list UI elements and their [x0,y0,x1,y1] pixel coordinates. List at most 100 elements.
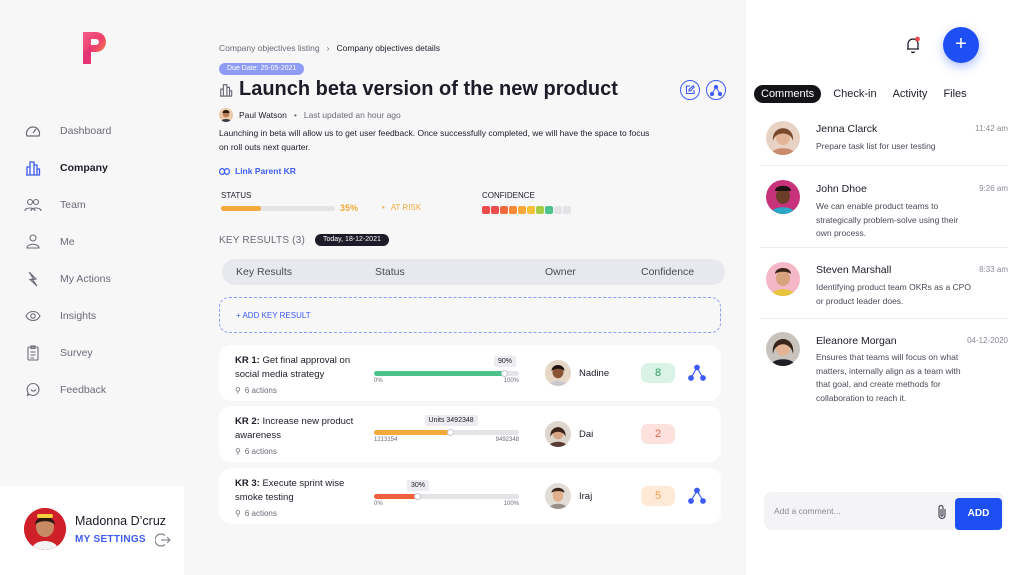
kr-progress-handle[interactable] [447,429,454,436]
breadcrumb: Company objectives listing › Company obj… [219,43,440,53]
column-confidence: Confidence [641,266,695,278]
building-icon [24,159,42,177]
last-updated: Last updated an hour ago [303,110,401,120]
kr-actions[interactable]: ⚲ 6 actions [235,509,277,518]
kr-owner-name: Nadine [579,367,610,379]
kr-actions-count: 6 actions [244,509,277,518]
align-button[interactable] [706,80,726,100]
p-logo-icon[interactable] [80,30,110,66]
breadcrumb-separator: › [326,43,330,53]
comment-composer: ADD [764,492,1004,530]
avatar[interactable] [219,108,233,122]
kr-actions[interactable]: ⚲ 6 actions [235,447,277,456]
kr-min: 0% [374,378,383,384]
tab-comments[interactable]: Comments [754,85,822,103]
comment-author: John Dhoe [816,183,867,195]
confidence-dot [491,206,499,214]
avatar[interactable] [545,483,571,509]
link-icon [219,167,230,175]
right-panel: + Comments Check-in Activity Files Jenna… [746,0,1024,575]
paperclip-icon[interactable] [936,504,948,520]
confidence-dot [527,206,535,214]
sidebar-item-dashboard[interactable]: Dashboard [24,112,174,149]
comment-input[interactable] [764,492,924,530]
add-fab-button[interactable]: + [943,27,979,63]
sidebar-item-company[interactable]: Company [24,149,174,186]
comment-time: 04-12-2020 [967,336,1008,345]
tab-files[interactable]: Files [943,88,966,100]
comment-time: 9:26 am [979,184,1008,193]
kr-owner-name: Dai [579,428,594,440]
kr-max: 100% [503,501,519,507]
hierarchy-icon [710,84,722,96]
sidebar-item-survey[interactable]: Survey [24,334,174,371]
link-parent-label: Link Parent KR [235,166,296,176]
table-row[interactable]: KR 3: Execute sprint wise smoke testing … [219,468,721,524]
separator-dot: • [293,110,297,120]
avatar[interactable] [766,121,800,155]
avatar[interactable] [766,180,800,214]
kr-title[interactable]: KR 2: Increase new product awareness [235,415,365,443]
logout-icon[interactable] [155,532,171,548]
add-comment-button[interactable]: ADD [955,498,1002,530]
kr-progress-track[interactable] [374,371,519,376]
clipboard-icon [24,344,42,362]
sidebar-item-label: Me [60,235,75,248]
kr-actions-count: 6 actions [244,386,277,395]
avatar[interactable] [545,421,571,447]
bell-icon[interactable] [905,36,921,54]
avatar[interactable] [766,332,800,366]
confidence-dot [563,206,571,214]
today-badge: Today, 18-12-2021 [315,234,389,246]
kr-max: 9492348 [495,437,519,443]
avatar[interactable] [545,360,571,386]
kr-actions-count: 6 actions [244,447,277,456]
avatar[interactable] [24,508,66,550]
avatar[interactable] [766,262,800,296]
hierarchy-icon[interactable] [688,364,706,382]
kr-title[interactable]: KR 1: Get final approval on social media… [235,354,365,382]
sidebar-item-insights[interactable]: Insights [24,297,174,334]
user-profile: Madonna D’cruz MY SETTINGS [0,486,184,575]
edit-button[interactable] [680,80,700,100]
sidebar-item-feedback[interactable]: Feedback [24,371,174,408]
link-parent-kr-button[interactable]: Link Parent KR [219,166,296,176]
kr-code: KR 3: [235,478,260,489]
kr-progress-fill [374,494,418,499]
due-date-badge: Due Date: 25-05-2021 [219,63,305,75]
sidebar-item-my-actions[interactable]: My Actions [24,260,174,297]
column-owner: Owner [545,266,576,278]
comment-text: Identifying product team OKRs as a CPO o… [816,282,971,306]
kr-progress-handle[interactable] [501,370,508,377]
tab-activity[interactable]: Activity [893,88,928,100]
kr-confidence[interactable]: 8 [641,363,675,383]
confidence-dot [545,206,553,214]
sidebar-item-me[interactable]: Me [24,223,174,260]
objective-description: Launching in beta will allow us to get u… [219,128,650,152]
breadcrumb-parent[interactable]: Company objectives listing [219,43,320,53]
sidebar-item-team[interactable]: Team [24,186,174,223]
tab-check-in[interactable]: Check-in [833,88,876,100]
comment-text: Ensures that teams will focus on what ma… [816,352,961,403]
my-settings-link[interactable]: MY SETTINGS [75,534,146,545]
table-row[interactable]: KR 2: Increase new product awareness ⚲ 6 … [219,406,721,462]
table-row[interactable]: KR 1: Get final approval on social media… [219,345,721,401]
hierarchy-icon[interactable] [688,487,706,505]
column-status: Status [375,266,405,278]
kr-min: 1213154 [374,437,398,443]
confidence-dot [536,206,544,214]
comment-author: Jenna Clarck [816,123,878,135]
kr-title[interactable]: KR 3: Execute sprint wise smoke testing [235,477,365,505]
kr-actions[interactable]: ⚲ 6 actions [235,386,277,395]
kr-progress-track[interactable] [374,494,519,499]
person-icon [24,233,42,251]
kr-confidence[interactable]: 5 [641,486,675,506]
status-state-label: AT RISK [390,203,422,212]
kr-confidence[interactable]: 2 [641,424,675,444]
add-key-result-button[interactable]: + ADD KEY RESULT [219,297,721,333]
eye-icon [24,307,42,325]
main-content: Company objectives listing › Company obj… [184,0,746,575]
kr-progress-tooltip: 90% [494,356,517,367]
kr-progress-handle[interactable] [414,493,421,500]
sidebar-item-label: Survey [60,346,93,359]
